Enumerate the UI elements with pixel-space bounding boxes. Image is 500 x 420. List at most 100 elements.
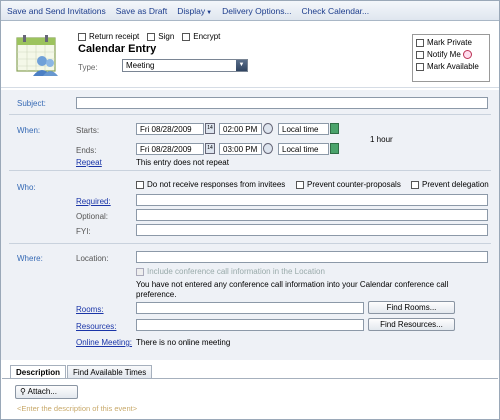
no-responses-label: Do not receive responses from invitees [147,180,286,189]
sign-checkbox[interactable]: Sign [147,32,174,41]
timezone-icon[interactable] [330,143,339,154]
entry-header: Return receipt Sign Encrypt Calendar Ent… [1,22,499,88]
start-date-input[interactable]: Fri 08/28/2009 [136,123,204,135]
calendar-entry-icon [16,35,58,76]
encrypt-label: Encrypt [193,32,221,41]
tab-strip: Description Find Available Times [10,365,153,379]
repeat-status-text: This entry does not repeat [136,158,229,167]
fyi-attendees-input[interactable] [136,224,488,236]
description-input[interactable]: <Enter the description of this event> [17,404,137,413]
who-label: Who: [17,183,36,192]
display-menu-label: Display [177,5,206,16]
display-menu-button[interactable]: Display▼ [177,6,212,16]
checkbox-box[interactable] [147,32,156,41]
end-timezone-input[interactable]: Local time [278,143,329,155]
description-area: Description Find Available Times ⚲ Attac… [1,362,499,418]
action-toolbar: Save and Send Invitations Save as Draft … [1,1,499,21]
rooms-link[interactable]: Rooms: [76,305,104,314]
where-label: Where: [17,254,43,263]
tab-description[interactable]: Description [10,365,67,379]
alarm-clock-icon[interactable] [462,50,472,59]
find-resources-button[interactable]: Find Resources... [368,318,455,331]
resources-input[interactable] [136,319,364,331]
timezone-icon[interactable] [330,123,339,134]
starts-label: Starts: [76,126,100,135]
calendar-picker-icon[interactable]: 14 [205,143,215,154]
checkbox-box[interactable] [182,32,191,41]
subject-input[interactable] [76,97,488,109]
checkbox-box[interactable] [416,62,424,71]
rooms-input[interactable] [136,302,364,314]
checkbox-box[interactable] [136,267,144,276]
delivery-checkboxes: Return receipt Sign Encrypt [78,32,220,41]
subject-label: Subject: [17,99,46,108]
conference-call-label: Include conference call information in t… [147,267,325,276]
calendar-picker-icon[interactable]: 14 [205,123,215,134]
prevent-counter-proposals-checkbox[interactable]: Prevent counter-proposals [296,180,401,189]
mark-private-label: Mark Private [427,38,472,47]
find-rooms-button[interactable]: Find Rooms... [368,301,455,314]
end-date-input[interactable]: Fri 08/28/2009 [136,143,204,155]
clock-icon[interactable] [263,143,273,154]
delivery-options-button[interactable]: Delivery Options... [222,6,291,16]
checkbox-box[interactable] [416,38,424,47]
tab-find-available-times[interactable]: Find Available Times [67,365,153,379]
attach-label: Attach... [27,387,57,396]
duration-text: 1 hour [370,135,393,144]
prevent-delegation-checkbox[interactable]: Prevent delegation [411,180,489,189]
checkbox-box[interactable] [136,180,144,189]
return-receipt-checkbox[interactable]: Return receipt [78,32,139,41]
mark-private-checkbox[interactable]: Mark Private [416,38,486,47]
sign-label: Sign [158,32,175,41]
location-label: Location: [76,254,109,263]
conference-note-line-1: You have not entered any conference call… [136,280,449,289]
online-meeting-status: There is no online meeting [136,338,231,347]
tab-divider [2,378,498,379]
paperclip-icon: ⚲ [20,387,26,396]
optional-attendees-input[interactable] [136,209,488,221]
start-time-input[interactable]: 02:00 PM [219,123,262,135]
repeat-link[interactable]: Repeat [76,158,102,167]
type-select-value: Meeting [126,61,155,70]
required-attendees-link[interactable]: Required: [76,197,111,206]
checkbox-box[interactable] [411,180,419,189]
return-receipt-label: Return receipt [89,32,140,41]
page-title: Calendar Entry [78,43,157,55]
visibility-options: Mark Private Notify Me Mark Available [412,34,490,82]
chevron-down-icon[interactable]: ▼ [236,60,247,71]
ends-label: Ends: [76,146,97,155]
resources-link[interactable]: Resources: [76,322,116,331]
save-as-draft-button[interactable]: Save as Draft [116,6,168,16]
notify-me-label: Notify Me [427,50,461,59]
attach-button[interactable]: ⚲ Attach... [15,385,78,399]
mark-available-checkbox[interactable]: Mark Available [416,62,486,71]
prevent-delegation-label: Prevent delegation [422,180,489,189]
clock-icon[interactable] [263,123,273,134]
checkbox-box[interactable] [416,50,424,59]
required-attendees-input[interactable] [136,194,488,206]
conference-note-line-2: preference. [136,290,177,299]
checkbox-box[interactable] [296,180,304,189]
optional-label: Optional: [76,212,109,221]
notify-me-checkbox[interactable]: Notify Me [416,50,486,59]
section-divider [9,243,491,244]
when-label: When: [17,126,41,135]
start-timezone-input[interactable]: Local time [278,123,329,135]
checkbox-box[interactable] [78,32,86,41]
mark-available-label: Mark Available [427,62,479,71]
type-label: Type: [78,63,98,72]
type-select[interactable]: Meeting ▼ [122,59,248,72]
fyi-label: FYI: [76,227,91,236]
chevron-down-icon: ▼ [206,9,213,16]
save-and-send-button[interactable]: Save and Send Invitations [7,6,106,16]
online-meeting-link[interactable]: Online Meeting: [76,338,132,347]
section-divider [9,114,491,115]
end-time-input[interactable]: 03:00 PM [219,143,262,155]
section-divider [9,170,491,171]
location-input[interactable] [136,251,488,263]
encrypt-checkbox[interactable]: Encrypt [182,32,220,41]
check-calendar-button[interactable]: Check Calendar... [302,6,370,16]
no-responses-checkbox[interactable]: Do not receive responses from invitees [136,180,285,189]
conference-call-checkbox[interactable]: Include conference call information in t… [136,267,325,276]
entry-form-panel: Subject: When: Starts: Fri 08/28/2009 14… [1,90,499,360]
